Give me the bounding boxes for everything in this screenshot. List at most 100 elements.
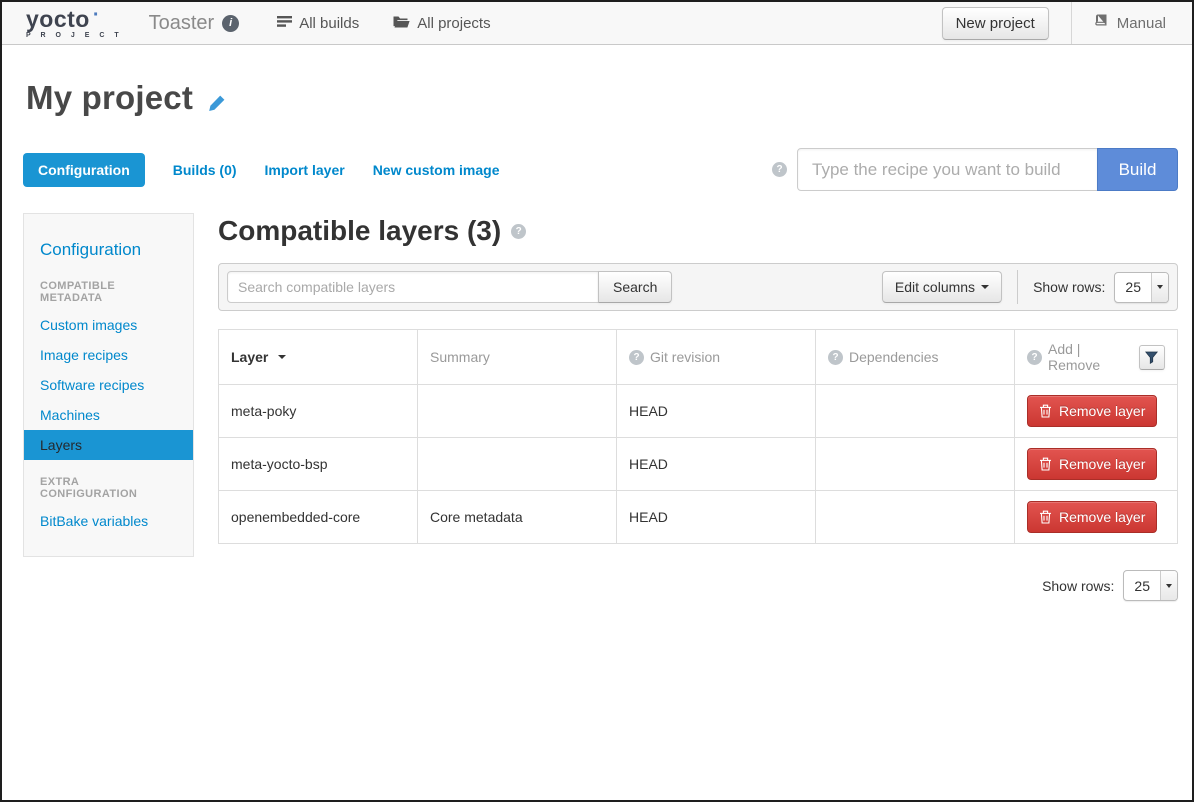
app-window: yocto · P R O J E C T Toaster i All buil… (0, 0, 1194, 802)
remove-layer-label: Remove layer (1059, 456, 1145, 472)
logo-text: yocto (26, 8, 90, 31)
cell-dependencies (816, 438, 1015, 491)
cell-git-revision: HEAD (617, 385, 816, 438)
help-icon[interactable]: ? (772, 162, 787, 177)
help-icon[interactable]: ? (1027, 350, 1042, 365)
manual-link[interactable]: Manual (1071, 2, 1192, 44)
sidebar-item[interactable]: Software recipes (24, 370, 193, 400)
column-header-add-remove: ? Add | Remove (1015, 330, 1178, 385)
cell-dependencies (816, 491, 1015, 544)
edit-columns-button[interactable]: Edit columns (882, 271, 1002, 303)
build-recipe-form: ? Build (772, 148, 1178, 191)
nav-all-builds[interactable]: All builds (277, 15, 359, 32)
info-icon[interactable]: i (222, 15, 239, 32)
trash-icon (1039, 457, 1052, 471)
nav-all-builds-label: All builds (299, 15, 359, 32)
sidebar-item[interactable]: Machines (24, 400, 193, 430)
compatible-layers-table: Layer Summary ? Git revision (218, 329, 1178, 544)
table-row: openembedded-core Core metadata HEAD Rem… (219, 491, 1178, 544)
show-rows-label: Show rows: (1033, 279, 1105, 295)
help-icon[interactable]: ? (511, 224, 526, 239)
new-project-button[interactable]: New project (942, 7, 1049, 40)
sidebar-title-configuration[interactable]: Configuration (24, 228, 193, 264)
sidebar-item[interactable]: Custom images (24, 310, 193, 340)
logo-dot: · (93, 8, 100, 22)
chevron-down-icon (1166, 584, 1172, 588)
remove-layer-button[interactable]: Remove layer (1027, 501, 1157, 533)
cell-layer: openembedded-core (219, 491, 418, 544)
folder-open-icon (393, 15, 410, 32)
cell-layer: meta-yocto-bsp (219, 438, 418, 491)
page-title-row: My project (26, 79, 1178, 117)
tab-new-custom-image[interactable]: New custom image (373, 162, 500, 178)
cell-summary (418, 438, 617, 491)
remove-layer-label: Remove layer (1059, 403, 1145, 419)
manual-label: Manual (1117, 15, 1166, 32)
edit-pencil-icon[interactable] (207, 94, 226, 113)
column-header-layer[interactable]: Layer (219, 330, 418, 385)
show-rows-select-footer[interactable]: 25 (1123, 570, 1178, 601)
remove-layer-button[interactable]: Remove layer (1027, 448, 1157, 480)
cell-action: Remove layer (1015, 438, 1178, 491)
chevron-down-icon (1157, 285, 1163, 289)
sidebar-section-1: Custom imagesImage recipesSoftware recip… (24, 310, 193, 460)
navbar-links: All builds All projects (277, 2, 490, 44)
remove-layer-button[interactable]: Remove layer (1027, 395, 1157, 427)
cell-layer: meta-poky (219, 385, 418, 438)
table-row: meta-yocto-bsp HEAD Remove layer (219, 438, 1178, 491)
column-header-git-revision: ? Git revision (617, 330, 816, 385)
top-navbar: yocto · P R O J E C T Toaster i All buil… (2, 2, 1192, 45)
cell-action: Remove layer (1015, 491, 1178, 544)
funnel-icon (1145, 351, 1158, 364)
tab-builds[interactable]: Builds (0) (173, 162, 237, 178)
table-row: meta-poky HEAD Remove layer (219, 385, 1178, 438)
edit-columns-label: Edit columns (895, 279, 975, 295)
filter-button[interactable] (1139, 345, 1165, 370)
page-title: My project (26, 79, 193, 117)
nav-all-projects[interactable]: All projects (393, 15, 490, 32)
book-icon (1094, 14, 1109, 32)
search-layers-input[interactable] (227, 271, 599, 303)
help-icon[interactable]: ? (629, 350, 644, 365)
navbar-right: New project Manual (942, 2, 1192, 44)
tab-configuration[interactable]: Configuration (23, 153, 145, 187)
sort-caret-icon (278, 355, 286, 359)
cell-action: Remove layer (1015, 385, 1178, 438)
show-rows-value: 25 (1115, 273, 1151, 302)
cell-git-revision: HEAD (617, 438, 816, 491)
cell-git-revision: HEAD (617, 491, 816, 544)
cell-summary (418, 385, 617, 438)
main-panel: Compatible layers (3) ? Search Edit colu… (218, 213, 1178, 601)
show-rows-label: Show rows: (1042, 578, 1114, 594)
tab-import-layer[interactable]: Import layer (265, 162, 345, 178)
column-header-summary: Summary (418, 330, 617, 385)
trash-icon (1039, 510, 1052, 524)
project-tabs: Configuration Builds (0) Import layer Ne… (23, 148, 1178, 191)
content-row: Configuration COMPATIBLE METADATA Custom… (23, 213, 1178, 601)
recipe-build-input[interactable] (797, 148, 1098, 191)
nav-all-projects-label: All projects (417, 15, 490, 32)
search-button[interactable]: Search (598, 271, 672, 303)
remove-layer-label: Remove layer (1059, 509, 1145, 525)
show-rows-select[interactable]: 25 (1114, 272, 1169, 303)
sidebar-heading-compatible-metadata: COMPATIBLE METADATA (24, 264, 193, 310)
help-icon[interactable]: ? (828, 350, 843, 365)
sidebar-item[interactable]: BitBake variables (24, 506, 193, 536)
table-footer: Show rows: 25 (218, 570, 1178, 601)
page-container: My project Configuration Builds (0) Impo… (2, 79, 1192, 601)
sidebar-item[interactable]: Image recipes (24, 340, 193, 370)
yocto-logo[interactable]: yocto · P R O J E C T (26, 2, 123, 44)
sidebar-section-2: BitBake variables (24, 506, 193, 536)
trash-icon (1039, 404, 1052, 418)
sidebar-item[interactable]: Layers (24, 430, 193, 460)
build-button[interactable]: Build (1097, 148, 1178, 191)
compatible-layers-heading: Compatible layers (3) (218, 215, 501, 247)
toolbar-divider (1017, 270, 1018, 304)
config-sidebar: Configuration COMPATIBLE METADATA Custom… (23, 213, 194, 557)
list-icon (277, 15, 292, 32)
sidebar-heading-extra-configuration: EXTRA CONFIGURATION (24, 460, 193, 506)
chevron-down-icon (981, 285, 989, 289)
cell-dependencies (816, 385, 1015, 438)
show-rows-value: 25 (1124, 571, 1160, 600)
cell-summary: Core metadata (418, 491, 617, 544)
